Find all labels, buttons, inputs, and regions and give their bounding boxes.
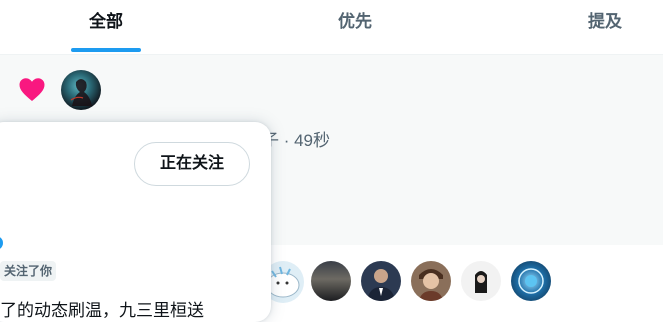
user-avatar[interactable] (311, 261, 351, 301)
user-avatar[interactable] (511, 261, 551, 301)
user-avatar[interactable] (411, 261, 451, 301)
follows-you-badge: 关注了你 (0, 261, 57, 281)
user-avatar[interactable] (461, 261, 501, 301)
tab-mentions[interactable]: 提及 (570, 0, 640, 54)
tab-active-indicator (71, 48, 141, 52)
tab-priority[interactable]: 优先 (320, 0, 390, 54)
liker-avatar[interactable] (61, 70, 101, 110)
verified-badge-icon (0, 237, 3, 249)
tab-all[interactable]: 全部 (71, 0, 141, 54)
planet-avatar-icon (518, 268, 544, 294)
user-avatar[interactable] (361, 261, 401, 301)
person-avatar-icon (367, 269, 395, 301)
avatar-figure (70, 79, 92, 106)
profile-bio: 了的动态刷温，九三里桓送 (0, 301, 204, 320)
person-avatar-icon (475, 271, 487, 293)
notification-time-text: 子 · 49秒 (262, 131, 331, 150)
notifications-tabs: 全部 优先 提及 (0, 0, 663, 55)
following-button[interactable]: 正在关注 (134, 142, 250, 186)
heart-icon (19, 78, 45, 101)
person-avatar-icon (419, 269, 443, 301)
